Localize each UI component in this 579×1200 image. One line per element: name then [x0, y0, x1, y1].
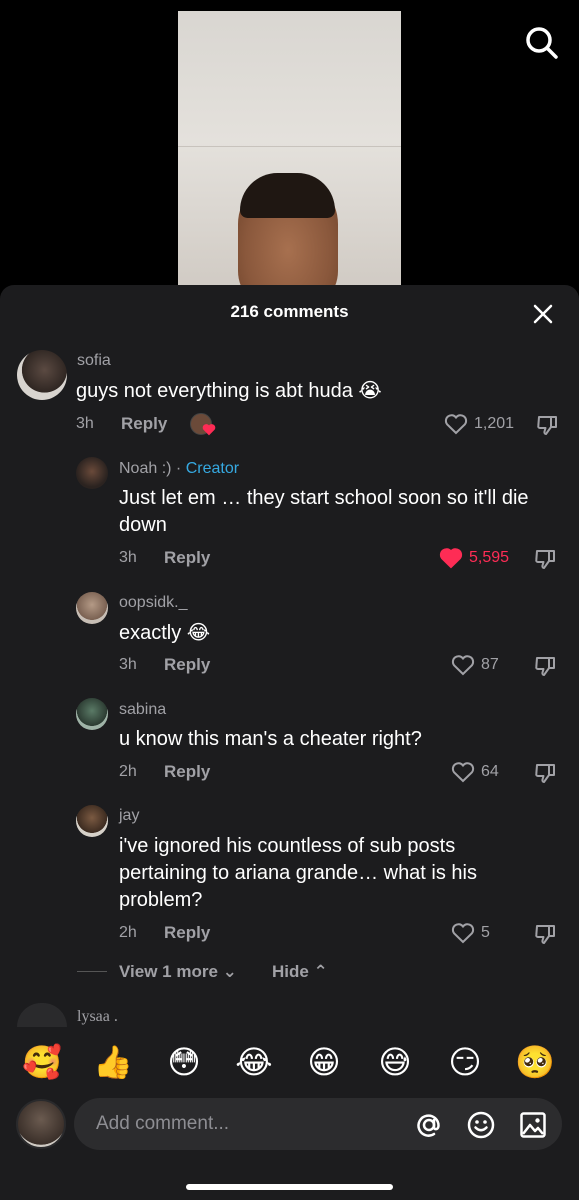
heart-outline-icon — [451, 923, 475, 944]
home-indicator — [186, 1184, 393, 1190]
comment-text: guys not everything is abt huda 😭 — [76, 380, 382, 402]
like-count: 5 — [481, 924, 490, 941]
emoji-button[interactable]: 🥰 — [20, 1040, 64, 1084]
reply-button[interactable]: Reply — [164, 655, 210, 675]
comment-username[interactable]: sabina — [119, 701, 166, 719]
dislike-icon[interactable] — [533, 654, 557, 678]
avatar[interactable] — [17, 350, 67, 400]
emoji-button[interactable]: 😅 — [373, 1040, 417, 1084]
avatar[interactable] — [17, 1003, 67, 1027]
comment-username[interactable]: oopsidk._ — [119, 594, 188, 612]
emoji-picker-icon[interactable] — [466, 1110, 496, 1140]
search-icon[interactable] — [521, 22, 561, 62]
heart-outline-icon — [451, 762, 475, 783]
mention-icon[interactable] — [414, 1110, 444, 1140]
current-user-avatar[interactable] — [16, 1099, 66, 1149]
comment-time: 3h — [119, 656, 137, 673]
thread-divider — [77, 971, 107, 972]
like-button[interactable]: 87 — [451, 654, 499, 676]
emoji-button[interactable]: 😳 — [162, 1040, 206, 1084]
avatar[interactable] — [76, 457, 108, 489]
comment-text: Just let em … they start school soon so … — [119, 487, 529, 536]
emoji-button[interactable]: 😏 — [443, 1040, 487, 1084]
heart-filled-icon — [439, 548, 463, 569]
comment-input[interactable] — [96, 1098, 396, 1150]
like-count: 64 — [481, 763, 499, 780]
comment-username[interactable]: sofia — [77, 352, 111, 370]
comment-time: 2h — [119, 763, 137, 780]
comments-sheet: 216 comments sofia guys not everything i… — [0, 285, 579, 1200]
close-icon[interactable] — [528, 299, 558, 329]
like-button[interactable]: 5,595 — [439, 547, 509, 569]
comment-text: u know this man's a cheater right? — [119, 728, 422, 750]
comment-text: i've ignored his countless of sub posts … — [119, 835, 477, 911]
comment-text: exactly 😂 — [119, 622, 211, 644]
like-count: 1,201 — [474, 415, 515, 432]
avatar[interactable] — [76, 805, 108, 837]
comment-time: 3h — [76, 415, 94, 432]
like-count: 5,595 — [469, 549, 510, 566]
like-button[interactable]: 5 — [451, 922, 490, 944]
dislike-icon[interactable] — [533, 922, 557, 946]
image-attach-icon[interactable] — [518, 1110, 548, 1140]
video-background — [178, 146, 401, 147]
reply-button[interactable]: Reply — [164, 762, 210, 782]
comment-time: 2h — [119, 924, 137, 941]
hide-replies-button[interactable]: Hide ⌃ — [272, 962, 328, 982]
emoji-button[interactable]: 🥺 — [513, 1040, 557, 1084]
dislike-icon[interactable] — [533, 761, 557, 785]
video-subject-hair — [240, 173, 335, 218]
reply-button[interactable]: Reply — [121, 414, 167, 434]
like-button[interactable]: 1,201 — [444, 413, 514, 435]
reply-button[interactable]: Reply — [164, 923, 210, 943]
comment-count: 216 comments — [230, 302, 349, 321]
creator-liked-badge — [190, 413, 216, 437]
heart-outline-icon — [451, 655, 475, 676]
dislike-icon[interactable] — [535, 413, 559, 437]
creator-label: Creator — [185, 460, 240, 477]
comment-time: 3h — [119, 549, 137, 566]
like-count: 87 — [481, 656, 499, 673]
comment-username[interactable]: jay — [119, 807, 139, 825]
comment-composer — [0, 1093, 579, 1200]
emoji-quick-bar: 🥰 👍 😳 😂 😁 😅 😏 🥺 — [0, 1040, 579, 1088]
comment-username[interactable]: Noah :) · Creator — [119, 460, 239, 478]
heart-icon — [202, 424, 216, 436]
comment-username[interactable]: lysaa . — [77, 1008, 118, 1026]
avatar[interactable] — [76, 592, 108, 624]
emoji-button[interactable]: 😂 — [232, 1040, 276, 1084]
emoji-button[interactable]: 👍 — [91, 1040, 135, 1084]
dislike-icon[interactable] — [533, 547, 557, 571]
reply-button[interactable]: Reply — [164, 548, 210, 568]
comment-input-container[interactable] — [74, 1098, 562, 1150]
view-more-replies-button[interactable]: View 1 more ⌄ — [119, 962, 237, 982]
emoji-button[interactable]: 😁 — [302, 1040, 346, 1084]
heart-outline-icon — [444, 414, 468, 435]
video-player[interactable] — [178, 11, 401, 301]
like-button[interactable]: 64 — [451, 761, 499, 783]
comments-header: 216 comments — [0, 285, 579, 341]
avatar[interactable] — [76, 698, 108, 730]
